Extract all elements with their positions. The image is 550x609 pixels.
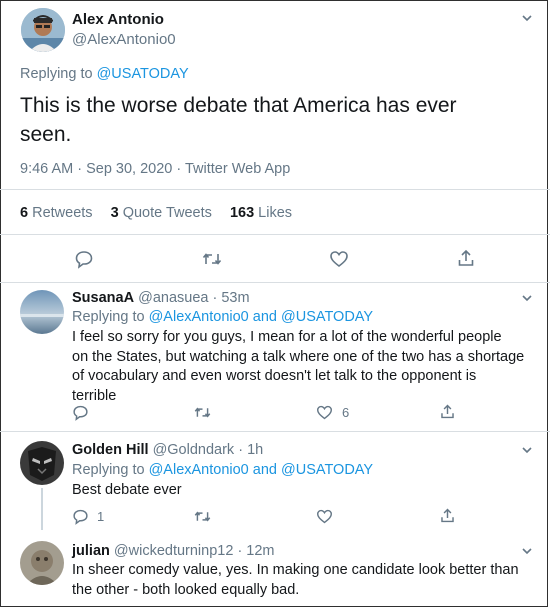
share-icon[interactable]: [456, 248, 476, 268]
reply-count: 1: [97, 509, 105, 524]
replying-prefix: Replying to: [20, 66, 93, 82]
more-options-chevron-icon[interactable]: [520, 443, 534, 457]
thread-line: [41, 488, 43, 530]
retweet-icon[interactable]: [201, 249, 223, 269]
reply-replying-to: Replying to @AlexAntonio0 and @USATODAY: [72, 462, 373, 478]
more-options-chevron-icon[interactable]: [520, 11, 534, 25]
reply-icon[interactable]: [72, 508, 89, 525]
reply-text-line: the other - both looked equally bad.: [72, 581, 300, 598]
reply-text: In sheer comedy value, yes. In making on…: [72, 561, 519, 600]
reply-handle-time[interactable]: @Goldndark · 1h: [153, 442, 264, 458]
reply-avatar[interactable]: [20, 290, 64, 334]
author-avatar[interactable]: [21, 8, 65, 52]
divider: [0, 234, 550, 235]
reply-text-line: I feel so sorry for you guys, I mean for…: [72, 329, 502, 345]
reply-text-line: of vocabulary and even worst doesn't let…: [72, 368, 477, 384]
reply-avatar[interactable]: [20, 541, 64, 585]
divider: [0, 282, 550, 283]
reply-text-line: Best debate ever: [72, 482, 182, 498]
author-handle[interactable]: @AlexAntonio0: [72, 31, 176, 48]
reply-text-line: terrible: [72, 387, 117, 404]
reply-avatar[interactable]: [20, 441, 64, 485]
retweets-label: Retweets: [32, 205, 93, 221]
reply-handle-time[interactable]: @anasuea · 53m: [138, 290, 249, 306]
replying-to: Replying to @USATODAY: [20, 66, 189, 82]
replying-prefix: Replying to: [72, 309, 145, 325]
replying-prefix: Replying to: [72, 462, 145, 478]
tweet-meta: 9:46 AM · Sep 30, 2020 · Twitter Web App: [20, 161, 291, 177]
share-icon[interactable]: [439, 403, 456, 420]
likes-label: Likes: [258, 205, 293, 221]
likes-count: 163: [229, 205, 255, 221]
reply-icon[interactable]: [74, 249, 94, 269]
likes-stat[interactable]: 163 Likes: [230, 205, 292, 221]
reply-icon[interactable]: [72, 404, 89, 421]
divider: [0, 189, 550, 190]
retweets-count: 6: [20, 205, 29, 221]
reply-replying-to: Replying to @AlexAntonio0 and @USATODAY: [72, 309, 373, 325]
replying-handles-link[interactable]: @AlexAntonio0 and @USATODAY: [149, 309, 374, 325]
reply-author-name[interactable]: SusanaA: [72, 290, 134, 306]
author-name[interactable]: Alex Antonio: [72, 11, 164, 28]
reply-text: Best debate ever: [72, 481, 182, 501]
retweet-icon[interactable]: [193, 404, 212, 421]
reply-handle-time[interactable]: @wickedturninp12 · 12m: [114, 543, 275, 559]
more-options-chevron-icon[interactable]: [520, 291, 534, 305]
quotes-count: 3: [110, 205, 119, 221]
reply-header: SusanaA @anasuea · 53m: [72, 290, 250, 306]
quotes-label: Quote Tweets: [122, 205, 212, 221]
tweet-stats: 6 Retweets 3 Quote Tweets 163 Likes: [20, 205, 292, 221]
reply-text-line: on the States, but watching a talk where…: [72, 348, 525, 365]
more-options-chevron-icon[interactable]: [520, 544, 534, 558]
replying-handles-link[interactable]: @AlexAntonio0 and @USATODAY: [149, 462, 374, 478]
reply-text-line: In sheer comedy value, yes. In making on…: [72, 562, 519, 578]
quotes-stat[interactable]: 3 Quote Tweets: [111, 205, 212, 221]
share-icon[interactable]: [439, 507, 456, 524]
reply-author-name[interactable]: julian: [72, 543, 110, 559]
retweets-stat[interactable]: 6 Retweets: [20, 205, 93, 221]
divider: [0, 431, 550, 432]
replying-handle-link[interactable]: @USATODAY: [97, 66, 189, 82]
like-count: 6: [342, 405, 350, 420]
like-icon[interactable]: [329, 249, 349, 269]
retweet-icon[interactable]: [193, 508, 212, 525]
reply-header: Golden Hill @Goldndark · 1h: [72, 442, 263, 458]
tweet-text-line-2: seen.: [20, 123, 72, 146]
like-icon[interactable]: [316, 404, 333, 421]
like-icon[interactable]: [316, 508, 333, 525]
reply-text: I feel so sorry for you guys, I mean for…: [72, 328, 524, 406]
reply-author-name[interactable]: Golden Hill: [72, 442, 149, 458]
reply-header: julian @wickedturninp12 · 12m: [72, 543, 275, 559]
tweet-text-line-1: This is the worse debate that America ha…: [20, 94, 457, 117]
